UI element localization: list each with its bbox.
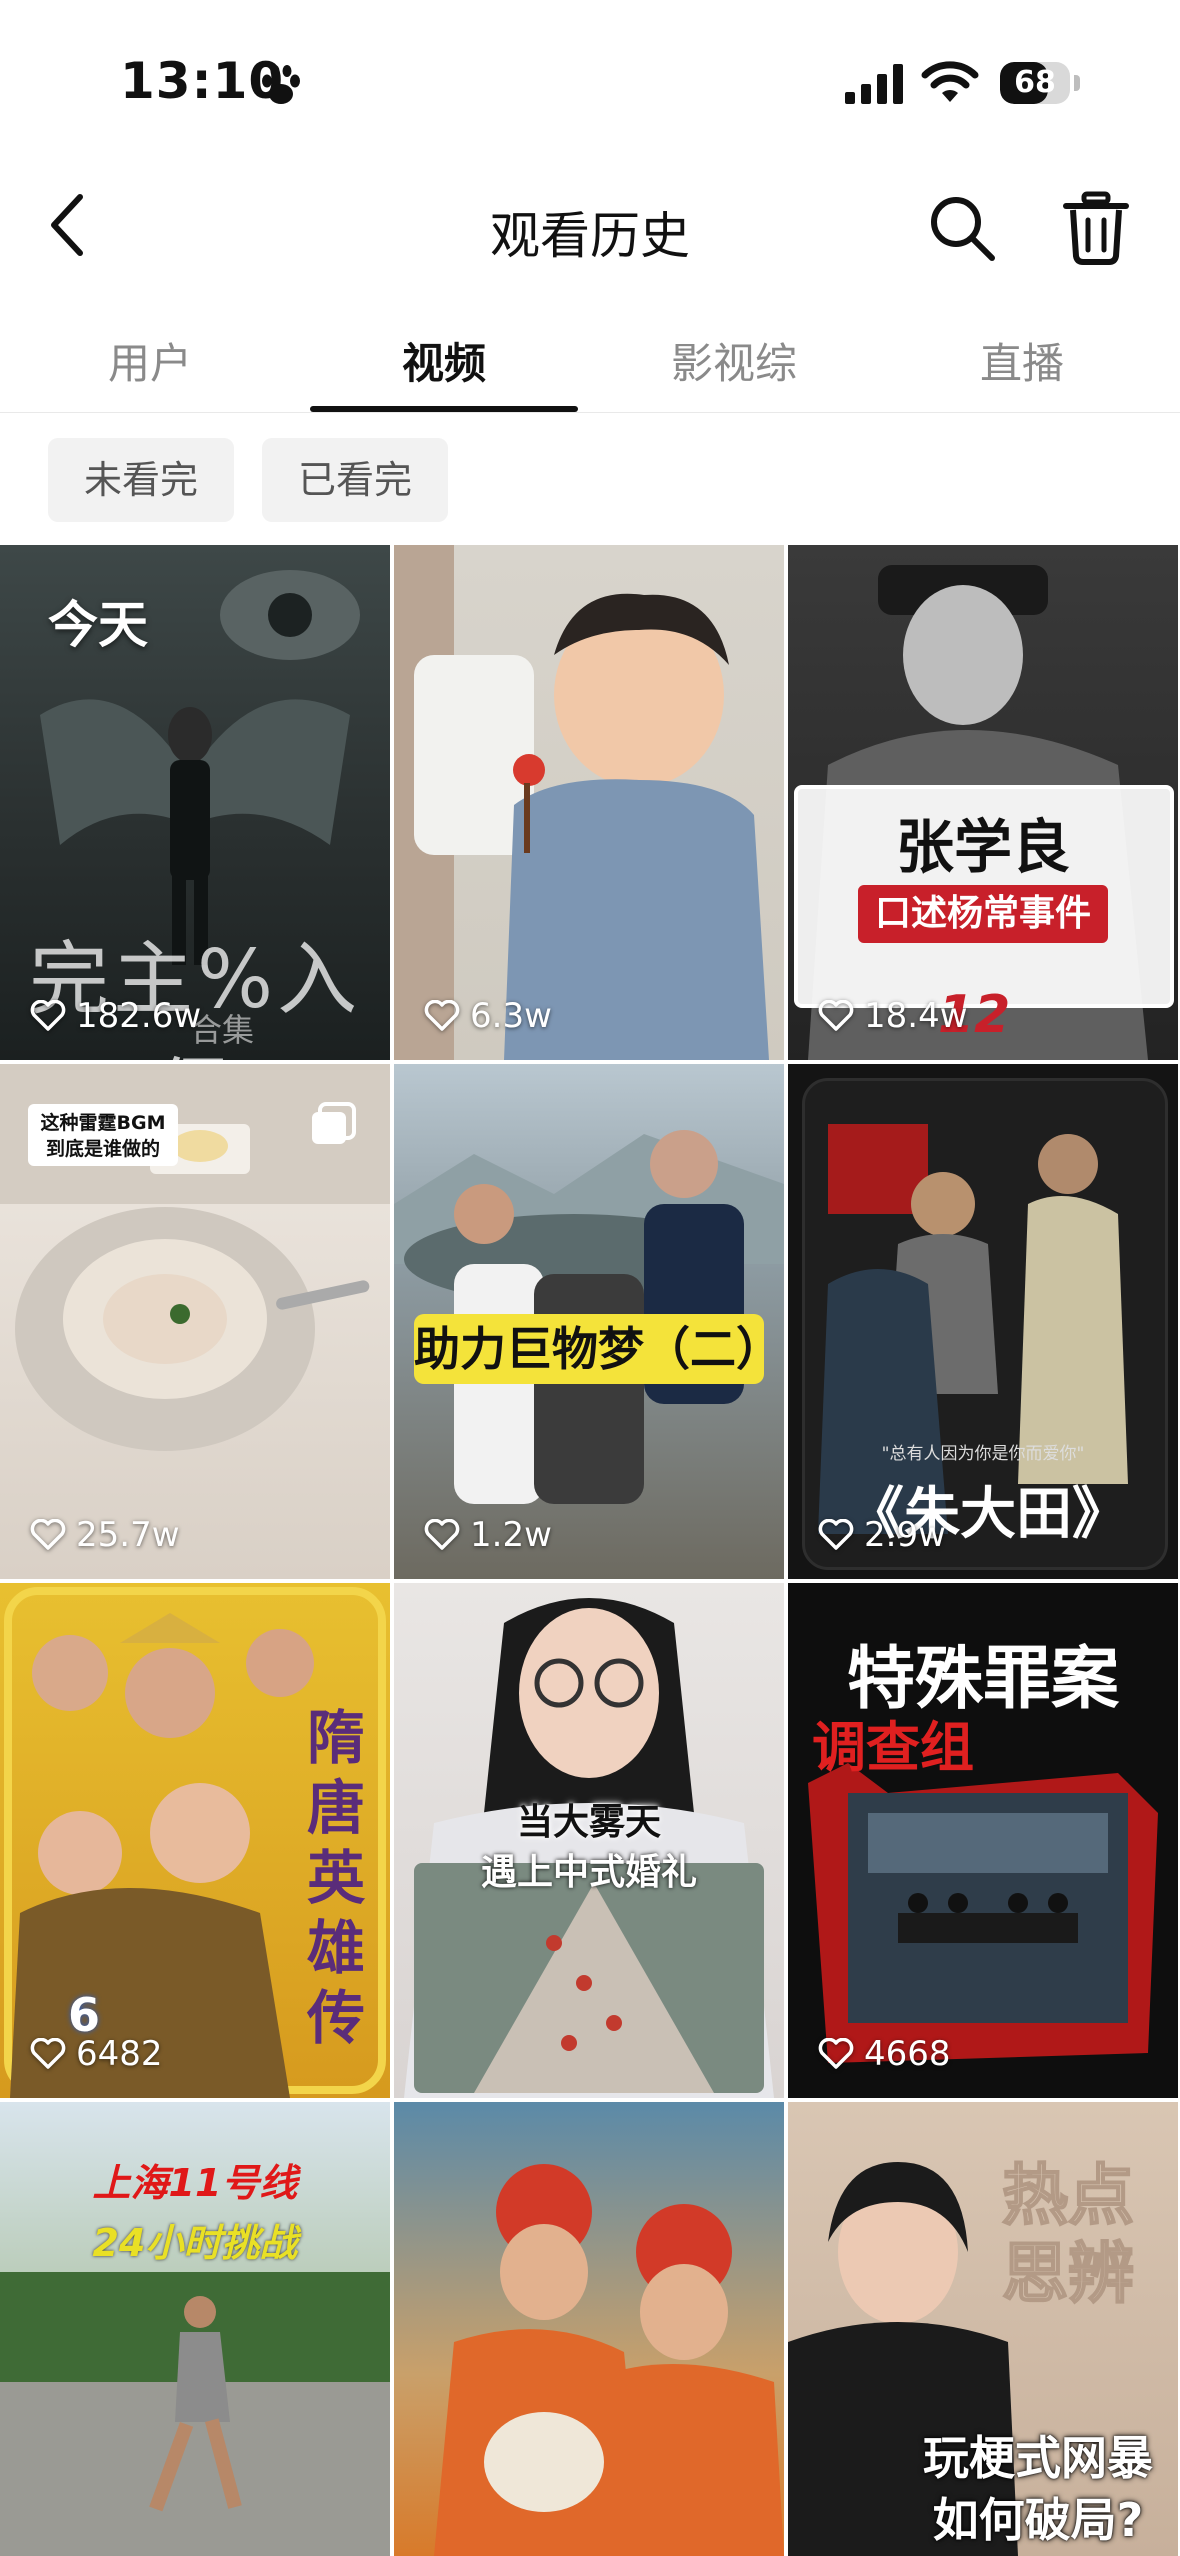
cover-title: 上海11号线 bbox=[92, 2161, 298, 2205]
like-count: 182.6w bbox=[30, 996, 201, 1036]
tab-users[interactable]: 用户 bbox=[40, 330, 260, 391]
battery-percent: 68 bbox=[1014, 65, 1056, 100]
like-count: 1.2w bbox=[424, 1515, 552, 1555]
video-thumbnail[interactable] bbox=[394, 2102, 784, 2556]
trash-icon[interactable] bbox=[1058, 188, 1134, 268]
video-thumbnail[interactable]: 张学良 口述杨常事件 12 18.4w bbox=[788, 545, 1178, 1060]
like-count: 25.7w bbox=[30, 1515, 180, 1555]
heart-icon bbox=[818, 2038, 854, 2069]
like-count-value: 18.4w bbox=[864, 996, 968, 1036]
video-thumbnail[interactable]: 当大雾天 遇上中式婚礼 bbox=[394, 1583, 784, 2098]
cover-subtitle: 玩梗式网暴 bbox=[923, 2431, 1153, 2485]
cellular-signal-icon bbox=[845, 64, 903, 104]
cover-subtitle: 遇上中式婚礼 bbox=[480, 1852, 697, 1893]
like-count-value: 6482 bbox=[76, 2034, 163, 2074]
cover-subtitle-line2: 如何破局? bbox=[932, 2493, 1144, 2547]
heart-icon bbox=[818, 1519, 854, 1550]
multi-image-icon bbox=[312, 1102, 356, 1144]
cover-title: 张学良 bbox=[895, 813, 1070, 881]
cover-title: 这种雷霆BGM bbox=[40, 1112, 166, 1134]
like-count-value: 25.7w bbox=[76, 1515, 180, 1555]
cover-subtitle: 调查组 bbox=[812, 1716, 974, 1779]
filter-finished[interactable]: 已看完 bbox=[262, 438, 449, 522]
category-tabs: 用户 视频 影视综 直播 bbox=[0, 300, 1180, 413]
thumbnail-art bbox=[434, 2164, 784, 2556]
like-count-value: 182.6w bbox=[76, 996, 202, 1036]
like-count: 6482 bbox=[30, 2034, 163, 2074]
section-label-today: 今天 bbox=[48, 596, 148, 654]
cover-title: 隋唐英雄传 bbox=[306, 1704, 365, 2052]
cover-subtitle: 到底是谁做的 bbox=[45, 1138, 160, 1160]
like-count-value: 1.2w bbox=[470, 1515, 552, 1555]
cover-subtitle: 口述杨常事件 bbox=[858, 885, 1108, 943]
tab-film-tv[interactable]: 影视综 bbox=[624, 330, 844, 391]
video-thumbnail[interactable]: 特殊罪案 调查组 4668 bbox=[788, 1583, 1178, 2098]
video-thumbnail[interactable]: 6.3w bbox=[394, 545, 784, 1060]
paw-icon bbox=[262, 65, 300, 104]
video-thumbnail[interactable]: 热点 思辨 玩梗式网暴 如何破局? bbox=[788, 2102, 1178, 2556]
page-title: 观看历史 bbox=[490, 207, 690, 265]
video-thumbnail[interactable]: 完主%入侵 合集 今天 182.6w bbox=[0, 545, 390, 1060]
video-thumbnail[interactable]: 隋唐英雄传 6 6482 bbox=[0, 1583, 390, 2098]
wifi-icon bbox=[921, 61, 979, 102]
tab-live[interactable]: 直播 bbox=[912, 330, 1132, 391]
like-count-value: 4668 bbox=[864, 2034, 951, 2074]
video-thumbnail[interactable]: 助力巨物梦（二） 1.2w bbox=[394, 1064, 784, 1579]
filter-unfinished[interactable]: 未看完 bbox=[48, 438, 235, 522]
battery-cap bbox=[1074, 75, 1080, 91]
cover-quote: "总有人因为你是你而爱你" bbox=[881, 1444, 1085, 1464]
heart-icon bbox=[30, 1519, 66, 1550]
search-icon[interactable] bbox=[922, 188, 1002, 268]
cover-title: 当大雾天 bbox=[516, 1802, 661, 1843]
thumbnail-art bbox=[394, 545, 769, 1060]
heart-icon bbox=[424, 1000, 460, 1031]
active-tab-indicator bbox=[310, 406, 578, 412]
video-thumbnail[interactable]: "总有人因为你是你而爱你" 《朱大田》 2.9w bbox=[788, 1064, 1178, 1579]
like-count: 6.3w bbox=[424, 996, 552, 1036]
cover-subtitle: 24小时挑战 bbox=[92, 2221, 298, 2265]
video-thumbnail[interactable]: 这种雷霆BGM 到底是谁做的 25.7w bbox=[0, 1064, 390, 1579]
like-count: 18.4w bbox=[818, 996, 968, 1036]
video-thumbnail[interactable]: 上海11号线 24小时挑战 bbox=[0, 2102, 390, 2556]
heart-icon bbox=[818, 1000, 854, 1031]
status-bar: 13:10 68 bbox=[0, 0, 1180, 170]
battery-indicator: 68 bbox=[1000, 62, 1070, 104]
like-count: 4668 bbox=[818, 2034, 951, 2074]
like-count-value: 2.9w bbox=[864, 1515, 946, 1555]
heart-icon bbox=[424, 1519, 460, 1550]
like-count: 2.9w bbox=[818, 1515, 946, 1555]
heart-icon bbox=[30, 1000, 66, 1031]
cover-title-line2: 思辨 bbox=[1001, 2234, 1135, 2313]
cover-title: 助力巨物梦（二） bbox=[414, 1314, 782, 1384]
heart-icon bbox=[30, 2038, 66, 2069]
tab-videos[interactable]: 视频 bbox=[334, 330, 554, 391]
like-count-value: 6.3w bbox=[470, 996, 552, 1036]
